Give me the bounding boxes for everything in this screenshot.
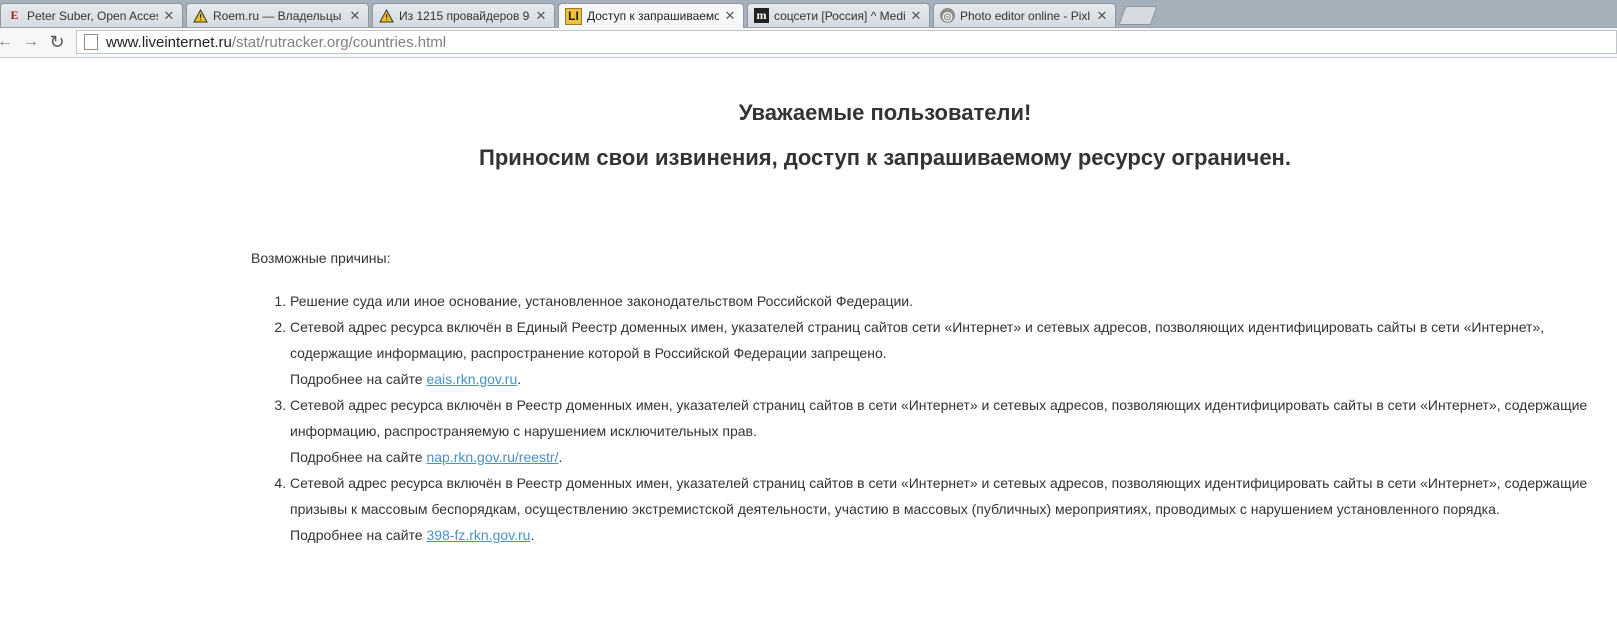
more-info-suffix: .	[530, 527, 535, 543]
page-heading: Уважаемые пользователи!	[738, 100, 1032, 125]
tab-title: Из 1215 провайдеров 94	[399, 8, 530, 23]
more-info: Подробнее на сайте eais.rkn.gov.ru.	[290, 366, 1610, 392]
tab-access-denied[interactable]: LI Доступ к запрашиваемом ✕	[558, 3, 744, 28]
page-subheading: Приносим свои извинения, доступ к запраш…	[479, 145, 1291, 170]
close-icon[interactable]: ✕	[534, 8, 548, 24]
nap-link[interactable]: nap.rkn.gov.ru/reestr/	[426, 449, 558, 465]
more-info: Подробнее на сайте nap.rkn.gov.ru/reestr…	[290, 444, 1610, 470]
reason-text: Сетевой адрес ресурса включён в Реестр д…	[290, 475, 1588, 517]
reasons-label: Возможные причины:	[251, 250, 391, 266]
forward-arrow-icon[interactable]: →	[20, 31, 42, 53]
tab-title: Peter Suber, Open Access	[27, 8, 158, 23]
tab-title: Photo editor online - Pixlr	[960, 8, 1091, 23]
more-info-suffix: .	[517, 371, 522, 387]
close-icon[interactable]: ✕	[162, 8, 176, 24]
close-icon[interactable]: ✕	[348, 8, 362, 24]
tab-strip: E Peter Suber, Open Access ✕ Roem.ru — В…	[0, 0, 1617, 28]
e-favicon-icon: E	[10, 8, 19, 22]
tab-pixlr[interactable]: ◎ Photo editor online - Pixlr ✕	[933, 3, 1116, 27]
address-host: www.liveinternet.ru	[106, 33, 232, 51]
list-item: Сетевой адрес ресурса включён в Реестр д…	[290, 470, 1610, 548]
tab-title: Доступ к запрашиваемом	[587, 9, 719, 23]
tab-providers[interactable]: Из 1215 провайдеров 94 ✕	[372, 3, 555, 27]
toolbar: ← → ↻ www.liveinternet.ru/stat/rutracker…	[0, 28, 1617, 58]
list-item: Сетевой адрес ресурса включён в Единый Р…	[290, 314, 1610, 392]
tab-roem[interactable]: Roem.ru — Владельцы Ру ✕	[186, 3, 369, 27]
close-icon[interactable]: ✕	[723, 8, 737, 24]
reasons-list: Решение суда или иное основание, установ…	[251, 288, 1610, 548]
reason-text: Сетевой адрес ресурса включён в Единый Р…	[290, 319, 1545, 361]
398-fz-link[interactable]: 398-fz.rkn.gov.ru	[426, 527, 530, 543]
list-item: Сетевой адрес ресурса включён в Реестр д…	[290, 392, 1610, 470]
close-icon[interactable]: ✕	[1095, 8, 1109, 24]
back-arrow-icon[interactable]: ←	[0, 31, 16, 53]
warning-icon	[379, 8, 394, 23]
m-favicon-icon: m	[754, 8, 769, 23]
tab-title: Roem.ru — Владельцы Ру	[213, 8, 344, 23]
reload-icon[interactable]: ↻	[46, 31, 68, 53]
page-icon	[84, 34, 98, 50]
more-info-suffix: .	[558, 449, 563, 465]
tab-title: соцсети [Россия] ^ Media	[774, 8, 905, 23]
address-path: /stat/rutracker.org/countries.html	[231, 33, 447, 51]
reason-text: Решение суда или иное основание, установ…	[290, 293, 914, 309]
tab-socseti[interactable]: m соцсети [Россия] ^ Media ✕	[747, 3, 930, 27]
list-item: Решение суда или иное основание, установ…	[290, 288, 1610, 314]
more-info-label: Подробнее на сайте	[290, 449, 427, 465]
pixlr-icon: ◎	[940, 8, 955, 23]
warning-icon	[193, 8, 208, 23]
more-info-label: Подробнее на сайте	[290, 371, 427, 387]
new-tab-button[interactable]	[1118, 6, 1158, 25]
address-bar[interactable]: www.liveinternet.ru/stat/rutracker.org/c…	[76, 30, 1617, 54]
more-info: Подробнее на сайте 398-fz.rkn.gov.ru.	[290, 522, 1610, 548]
close-icon[interactable]: ✕	[909, 8, 923, 24]
liveinternet-icon: LI	[565, 7, 582, 25]
eais-link[interactable]: eais.rkn.gov.ru	[426, 371, 517, 387]
reason-text: Сетевой адрес ресурса включён в Реестр д…	[290, 397, 1588, 439]
more-info-label: Подробнее на сайте	[290, 527, 427, 543]
tab-peter-suber[interactable]: E Peter Suber, Open Access ✕	[0, 3, 183, 27]
